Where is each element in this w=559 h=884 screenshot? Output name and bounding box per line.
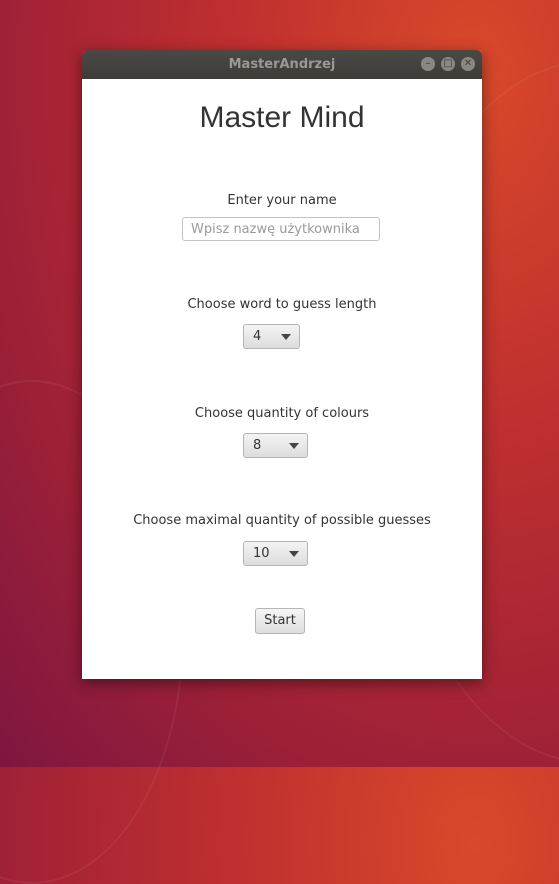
colours-select-value: 8 <box>253 438 262 453</box>
main-content: Master Mind Enter your name Choose word … <box>82 79 482 679</box>
start-button[interactable]: Start <box>255 608 305 634</box>
name-input[interactable] <box>182 217 380 241</box>
close-icon[interactable]: ✕ <box>461 57 475 71</box>
triangle-down-icon <box>289 551 299 557</box>
app-window: MasterAndrzej – □ ✕ Master Mind Enter yo… <box>82 50 482 679</box>
guesses-select-value: 10 <box>253 546 270 561</box>
guesses-label: Choose maximal quantity of possible gues… <box>133 513 431 528</box>
maximize-icon[interactable]: □ <box>441 57 455 71</box>
colours-select[interactable]: 8 <box>243 433 308 458</box>
triangle-down-icon <box>281 334 291 340</box>
page-title: Master Mind <box>199 101 365 134</box>
guesses-select[interactable]: 10 <box>243 541 308 566</box>
triangle-down-icon <box>289 443 299 449</box>
length-label: Choose word to guess length <box>187 297 377 312</box>
title-bar[interactable]: MasterAndrzej – □ ✕ <box>82 50 482 79</box>
name-label: Enter your name <box>227 193 337 208</box>
minimize-icon[interactable]: – <box>421 57 435 71</box>
length-select-value: 4 <box>253 329 262 344</box>
length-select[interactable]: 4 <box>243 324 300 349</box>
colours-label: Choose quantity of colours <box>194 406 370 421</box>
